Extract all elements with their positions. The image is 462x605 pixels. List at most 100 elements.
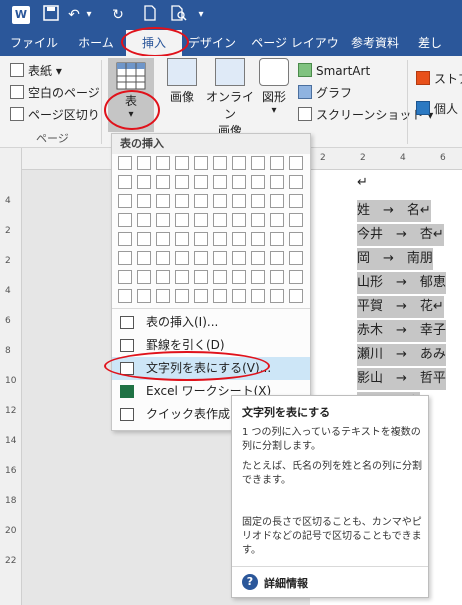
grid-cell[interactable]: [213, 289, 227, 303]
grid-cell[interactable]: [251, 156, 265, 170]
grid-cell[interactable]: [289, 213, 303, 227]
draw-table-menu-item[interactable]: 罫線を引く(D): [112, 334, 310, 357]
grid-cell[interactable]: [289, 270, 303, 284]
save-icon[interactable]: [42, 5, 60, 25]
grid-cell[interactable]: [194, 270, 208, 284]
grid-cell[interactable]: [289, 251, 303, 265]
grid-cell[interactable]: [270, 175, 284, 189]
grid-cell[interactable]: [213, 232, 227, 246]
grid-cell[interactable]: [213, 270, 227, 284]
grid-cell[interactable]: [251, 289, 265, 303]
grid-cell[interactable]: [137, 213, 151, 227]
grid-cell[interactable]: [175, 213, 189, 227]
table-button[interactable]: 表 ▾: [108, 58, 154, 132]
grid-cell[interactable]: [270, 289, 284, 303]
grid-cell[interactable]: [118, 251, 132, 265]
grid-cell[interactable]: [194, 156, 208, 170]
grid-cell[interactable]: [156, 289, 170, 303]
grid-cell[interactable]: [156, 232, 170, 246]
grid-cell[interactable]: [175, 251, 189, 265]
grid-cell[interactable]: [213, 194, 227, 208]
convert-text-to-table-menu-item[interactable]: 文字列を表にする(V)...: [112, 357, 310, 380]
tab-design[interactable]: デザイン: [184, 30, 240, 56]
print-preview-icon[interactable]: [170, 5, 188, 25]
grid-cell[interactable]: [137, 232, 151, 246]
page-break-button[interactable]: ページ区切り: [10, 106, 100, 124]
grid-cell[interactable]: [270, 232, 284, 246]
grid-cell[interactable]: [270, 194, 284, 208]
grid-cell[interactable]: [156, 251, 170, 265]
smartart-button[interactable]: SmartArt: [298, 62, 370, 80]
grid-cell[interactable]: [156, 175, 170, 189]
grid-cell[interactable]: [270, 156, 284, 170]
grid-cell[interactable]: [270, 251, 284, 265]
undo-menu-icon[interactable]: ▾: [84, 5, 94, 25]
grid-cell[interactable]: [194, 194, 208, 208]
table-size-grid[interactable]: [118, 156, 308, 308]
screenshot-button[interactable]: スクリーンショット ▾: [298, 106, 433, 124]
grid-cell[interactable]: [270, 270, 284, 284]
grid-cell[interactable]: [156, 270, 170, 284]
grid-cell[interactable]: [118, 156, 132, 170]
redo-icon[interactable]: ↻: [110, 5, 126, 25]
grid-cell[interactable]: [118, 232, 132, 246]
grid-cell[interactable]: [137, 175, 151, 189]
grid-cell[interactable]: [156, 213, 170, 227]
picture-button[interactable]: 画像: [162, 58, 202, 105]
grid-cell[interactable]: [289, 232, 303, 246]
grid-cell[interactable]: [289, 194, 303, 208]
tab-home[interactable]: ホーム: [68, 30, 124, 56]
grid-cell[interactable]: [137, 194, 151, 208]
my-apps-button[interactable]: 個人: [416, 100, 458, 118]
grid-cell[interactable]: [232, 289, 246, 303]
grid-cell[interactable]: [251, 194, 265, 208]
grid-cell[interactable]: [137, 251, 151, 265]
grid-cell[interactable]: [232, 194, 246, 208]
grid-cell[interactable]: [194, 289, 208, 303]
shapes-button[interactable]: 図形 ▾: [256, 58, 292, 116]
grid-cell[interactable]: [232, 175, 246, 189]
grid-cell[interactable]: [213, 156, 227, 170]
tab-references[interactable]: 参考資料: [340, 30, 410, 56]
online-picture-button[interactable]: オンライン 画像: [204, 58, 256, 139]
grid-cell[interactable]: [251, 213, 265, 227]
grid-cell[interactable]: [213, 213, 227, 227]
new-document-icon[interactable]: [142, 5, 158, 25]
grid-cell[interactable]: [194, 232, 208, 246]
grid-cell[interactable]: [251, 270, 265, 284]
grid-cell[interactable]: [175, 270, 189, 284]
grid-cell[interactable]: [213, 251, 227, 265]
grid-cell[interactable]: [175, 175, 189, 189]
undo-icon[interactable]: ↶: [66, 5, 82, 25]
grid-cell[interactable]: [289, 175, 303, 189]
grid-cell[interactable]: [118, 270, 132, 284]
grid-cell[interactable]: [175, 194, 189, 208]
tab-insert[interactable]: 挿入: [126, 30, 182, 56]
grid-cell[interactable]: [194, 251, 208, 265]
grid-cell[interactable]: [232, 270, 246, 284]
grid-cell[interactable]: [118, 194, 132, 208]
grid-cell[interactable]: [232, 156, 246, 170]
grid-cell[interactable]: [194, 175, 208, 189]
tab-mailings[interactable]: 差し: [418, 30, 462, 56]
grid-cell[interactable]: [251, 175, 265, 189]
customize-toolbar-icon[interactable]: ▾: [196, 5, 206, 25]
grid-cell[interactable]: [137, 289, 151, 303]
grid-cell[interactable]: [289, 156, 303, 170]
grid-cell[interactable]: [118, 213, 132, 227]
grid-cell[interactable]: [289, 289, 303, 303]
chart-button[interactable]: グラフ: [298, 84, 352, 102]
grid-cell[interactable]: [232, 251, 246, 265]
grid-cell[interactable]: [251, 251, 265, 265]
grid-cell[interactable]: [137, 156, 151, 170]
grid-cell[interactable]: [118, 175, 132, 189]
grid-cell[interactable]: [232, 213, 246, 227]
cover-page-button[interactable]: 表紙 ▾: [10, 62, 62, 80]
grid-cell[interactable]: [137, 270, 151, 284]
grid-cell[interactable]: [156, 194, 170, 208]
grid-cell[interactable]: [175, 232, 189, 246]
insert-table-menu-item[interactable]: 表の挿入(I)...: [112, 311, 310, 334]
store-button[interactable]: ストア: [416, 70, 462, 88]
grid-cell[interactable]: [213, 175, 227, 189]
tab-page-layout[interactable]: ページ レイアウト: [250, 30, 340, 76]
